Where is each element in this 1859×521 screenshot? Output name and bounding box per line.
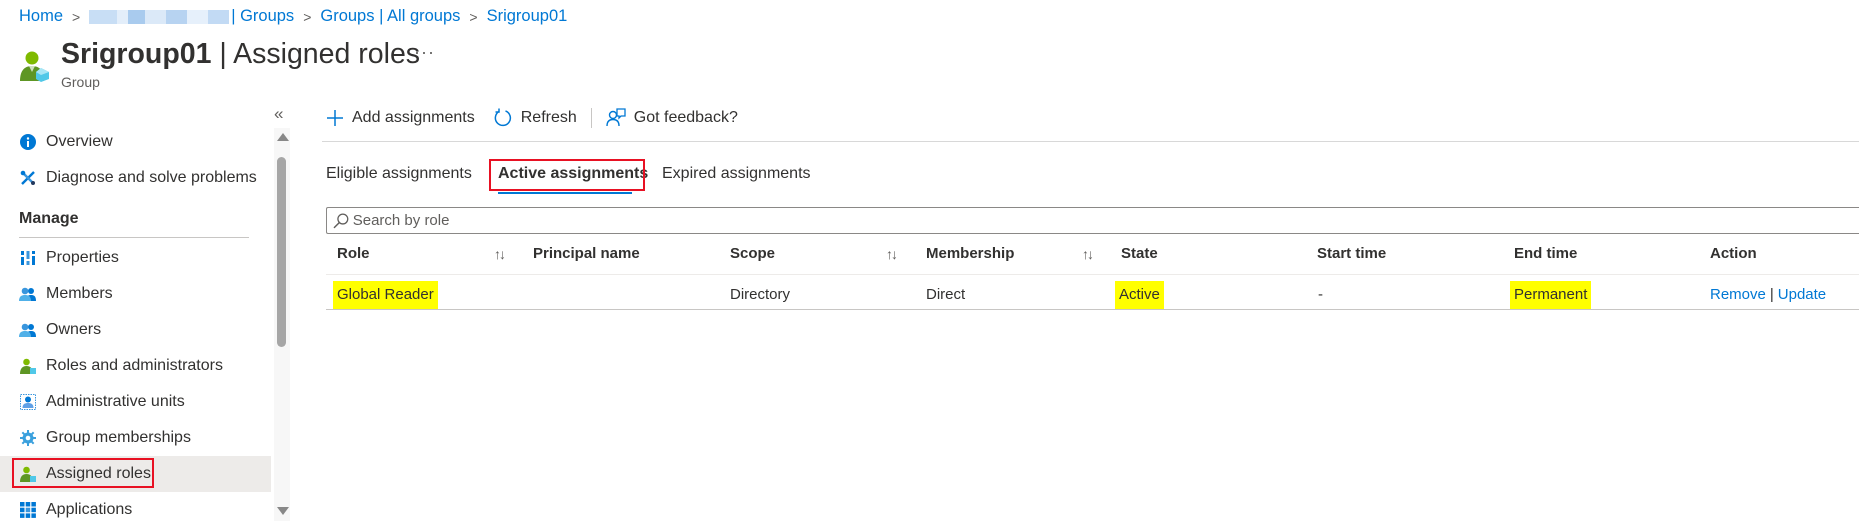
redacted-tenant-name	[89, 9, 230, 24]
section-manage: Manage	[19, 210, 79, 227]
group-name: Srigroup01	[61, 38, 212, 70]
add-assignments-label: Add assignments	[352, 109, 475, 126]
sort-scope-icon[interactable]: ↑↓	[886, 246, 898, 262]
feedback-icon	[606, 108, 626, 127]
properties-icon	[19, 249, 37, 267]
tab-expired-assignments[interactable]: Expired assignments	[662, 165, 811, 183]
search-box[interactable]	[326, 207, 1859, 234]
sidebar-item-label: Administrative units	[46, 393, 185, 410]
remove-link[interactable]: Remove	[1710, 286, 1766, 303]
toolbar-divider	[322, 141, 1859, 142]
sidebar-item-label: Owners	[46, 321, 102, 338]
sidebar-item-label: Members	[46, 285, 113, 302]
sidebar-item-overview[interactable]: Overview	[0, 124, 271, 160]
feedback-button[interactable]: Got feedback?	[606, 108, 738, 128]
page-title: Srigroup01 | Assigned roles	[61, 38, 420, 71]
sidebar-item-applications[interactable]: Applications	[0, 492, 271, 521]
cell-role: Global Reader	[333, 281, 438, 309]
cell-action: Remove | Update	[1710, 281, 1826, 309]
sidebar-item-label: Diagnose and solve problems	[46, 169, 257, 186]
sidebar-item-diagnose[interactable]: Diagnose and solve problems	[0, 160, 271, 196]
sidebar-item-properties[interactable]: Properties	[0, 240, 271, 276]
scrollbar-thumb[interactable]	[277, 157, 286, 347]
breadcrumb-all-groups[interactable]: Groups | All groups	[320, 7, 460, 26]
column-header-role[interactable]: Role	[337, 245, 370, 262]
column-header-action: Action	[1710, 245, 1757, 262]
sidebar-item-group-memberships[interactable]: Group memberships	[0, 420, 271, 456]
sidebar-item-roles-and-administrators[interactable]: Roles and administrators	[0, 348, 271, 384]
sidebar-item-label: Group memberships	[46, 429, 191, 446]
applications-icon	[19, 501, 37, 519]
row-divider	[326, 309, 1859, 310]
header-divider	[326, 274, 1859, 275]
breadcrumb-srigroup01[interactable]: Srigroup01	[487, 7, 568, 26]
breadcrumb-separator: >	[72, 8, 81, 25]
gear-icon	[19, 429, 37, 447]
column-header-principal-name: Principal name	[533, 245, 640, 262]
column-header-end-time: End time	[1514, 245, 1578, 262]
sort-membership-icon[interactable]: ↑↓	[1082, 246, 1094, 262]
tab-eligible-assignments[interactable]: Eligible assignments	[326, 165, 472, 183]
roles-icon	[19, 357, 37, 375]
column-header-state: State	[1121, 245, 1158, 262]
action-separator: |	[1769, 286, 1774, 303]
sidebar-item-label: Roles and administrators	[46, 357, 223, 374]
active-tab-indicator	[498, 192, 632, 194]
add-assignments-button[interactable]: Add assignments	[326, 109, 475, 127]
cell-scope: Directory	[730, 286, 791, 303]
cell-start-time: -	[1318, 286, 1323, 303]
owners-icon	[19, 321, 37, 339]
search-icon	[333, 212, 349, 228]
breadcrumb: Home > | Groups > Groups | All groups > …	[19, 7, 567, 26]
group-role-icon	[20, 51, 49, 82]
command-bar: Add assignments Refresh Got feedback?	[326, 108, 738, 128]
sidebar-item-members[interactable]: Members	[0, 276, 271, 312]
breadcrumb-separator: >	[469, 8, 478, 25]
page-subtitle: Group	[61, 74, 100, 90]
toolbar-separator	[590, 108, 592, 128]
info-icon	[19, 133, 37, 151]
plus-icon	[327, 110, 343, 126]
section-divider	[19, 237, 249, 238]
refresh-label: Refresh	[520, 109, 577, 126]
wrench-icon	[19, 169, 37, 187]
cell-state: Active	[1115, 281, 1164, 309]
sidebar-item-owners[interactable]: Owners	[0, 312, 271, 348]
annotation-highlight-box	[489, 159, 645, 191]
update-link[interactable]: Update	[1778, 286, 1826, 303]
column-header-start-time: Start time	[1317, 245, 1387, 262]
admin-units-icon	[19, 393, 37, 411]
members-icon	[19, 285, 37, 303]
sidebar-item-label: Overview	[46, 133, 113, 150]
column-header-scope[interactable]: Scope	[730, 245, 775, 262]
annotation-highlight-box	[12, 458, 154, 488]
refresh-button[interactable]: Refresh	[493, 108, 577, 128]
refresh-icon	[494, 108, 511, 127]
breadcrumb-home[interactable]: Home	[19, 7, 63, 26]
collapse-sidebar-button[interactable]: «	[274, 104, 283, 124]
cell-membership: Direct	[926, 286, 966, 303]
column-header-membership[interactable]: Membership	[926, 245, 1014, 262]
breadcrumb-separator: >	[303, 8, 312, 25]
feedback-label: Got feedback?	[633, 109, 738, 126]
scroll-down-arrow-icon[interactable]	[277, 507, 289, 515]
breadcrumb-groups[interactable]: | Groups	[231, 7, 294, 26]
sidebar-item-assigned-roles[interactable]: Assigned roles	[0, 456, 271, 492]
more-options-button[interactable]: ···	[414, 42, 435, 63]
scroll-up-arrow-icon[interactable]	[277, 133, 289, 141]
sidebar-item-label: Applications	[46, 501, 133, 518]
sort-role-icon[interactable]: ↑↓	[494, 246, 506, 262]
cell-end-time: Permanent	[1510, 281, 1592, 309]
sidebar-item-administrative-units[interactable]: Administrative units	[0, 384, 271, 420]
page-title-suffix: | Assigned roles	[211, 38, 421, 70]
sidebar-item-label: Properties	[46, 249, 119, 266]
search-input[interactable]	[352, 212, 1859, 229]
